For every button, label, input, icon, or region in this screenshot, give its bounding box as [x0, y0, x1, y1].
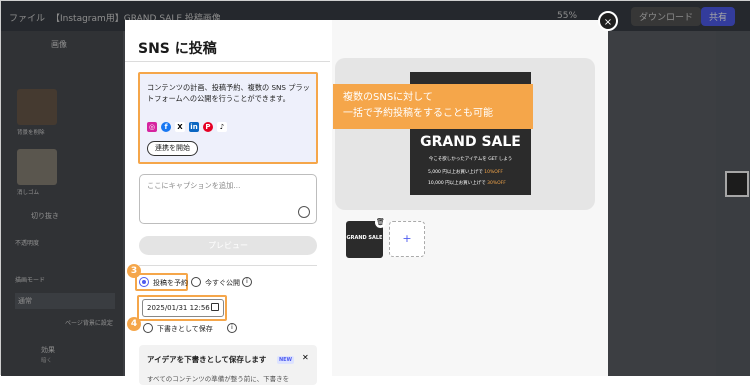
idea-close-icon[interactable]: ✕ — [302, 353, 309, 362]
post-preview: GRAND SALE 今こそ欲しかったアイテムを GET しよう 5,000 円… — [335, 58, 595, 210]
caption-placeholder: ここにキャプションを追加… — [147, 181, 241, 190]
publish-now-label: 今すぐ公開 — [205, 279, 240, 287]
social-icons: ◎ f X in P ♪ — [147, 122, 227, 134]
poster-subtitle: 今こそ欲しかったアイテムを GET しよう — [428, 157, 513, 162]
close-modal-button[interactable]: × — [598, 11, 618, 31]
save-draft-label: 下書きとして保存 — [157, 325, 213, 333]
add-image-button[interactable]: + — [389, 221, 425, 257]
callout-line-1: 複数のSNSに対して — [343, 92, 433, 103]
poster-offer-2: 10,000 円以上お買い上げで 30%OFF — [428, 181, 506, 186]
thumb-title: GRAND SALE — [346, 235, 383, 241]
poster-title: GRAND SALE — [420, 134, 521, 150]
draft-idea-box: アイデアを下書きとして保存します NEW ✕ すべてのコンテンツの準備が整う前に… — [139, 345, 317, 385]
callout-line-2: 一括で予約投稿をすることも可能 — [343, 108, 493, 119]
preview-button[interactable]: プレビュー — [139, 236, 317, 255]
info-icon[interactable]: i — [242, 277, 252, 287]
calendar-icon[interactable] — [211, 303, 219, 311]
pinterest-icon: P — [203, 122, 213, 132]
emoji-icon[interactable] — [298, 206, 310, 218]
facebook-icon: f — [161, 122, 171, 132]
idea-title: アイデアを下書きとして保存します — [147, 355, 267, 364]
schedule-datetime-value: 2025/01/31 12:56 — [147, 304, 210, 312]
linkedin-icon: in — [189, 122, 199, 132]
divider — [125, 61, 330, 62]
delete-icon[interactable]: 🗑 — [375, 217, 386, 228]
annotation-callout: 複数のSNSに対して 一括で予約投稿をすることも可能 — [333, 84, 533, 129]
instagram-icon: ◎ — [147, 122, 157, 132]
x-icon: X — [175, 122, 185, 132]
divider — [139, 265, 317, 266]
modal-title: SNS に投稿 — [138, 41, 217, 57]
schedule-label: 投稿を予約 — [153, 279, 188, 287]
connect-description: コンテンツの計画、投稿予約、複数の SNS プラットフォームへの公開を行うことが… — [147, 83, 310, 103]
tiktok-icon: ♪ — [217, 122, 227, 132]
connect-panel: コンテンツの計画、投稿予約、複数の SNS プラットフォームへの公開を行うことが… — [138, 72, 318, 164]
schedule-radio[interactable] — [139, 277, 149, 287]
caption-input[interactable]: ここにキャプションを追加… — [139, 174, 317, 224]
poster-offer-1: 5,000 円以上お買い上げで 10%OFF — [428, 170, 503, 175]
modal-left-column: SNS に投稿 コンテンツの計画、投稿予約、複数の SNS プラットフォームへの… — [125, 20, 330, 385]
info-icon[interactable]: i — [227, 323, 237, 333]
new-badge: NEW — [277, 356, 294, 364]
save-draft-radio[interactable] — [143, 323, 153, 333]
publish-now-radio[interactable] — [191, 277, 201, 287]
connect-button[interactable]: 連携を開始 — [147, 141, 198, 156]
schedule-datetime-input[interactable]: 2025/01/31 12:56 — [142, 299, 224, 317]
